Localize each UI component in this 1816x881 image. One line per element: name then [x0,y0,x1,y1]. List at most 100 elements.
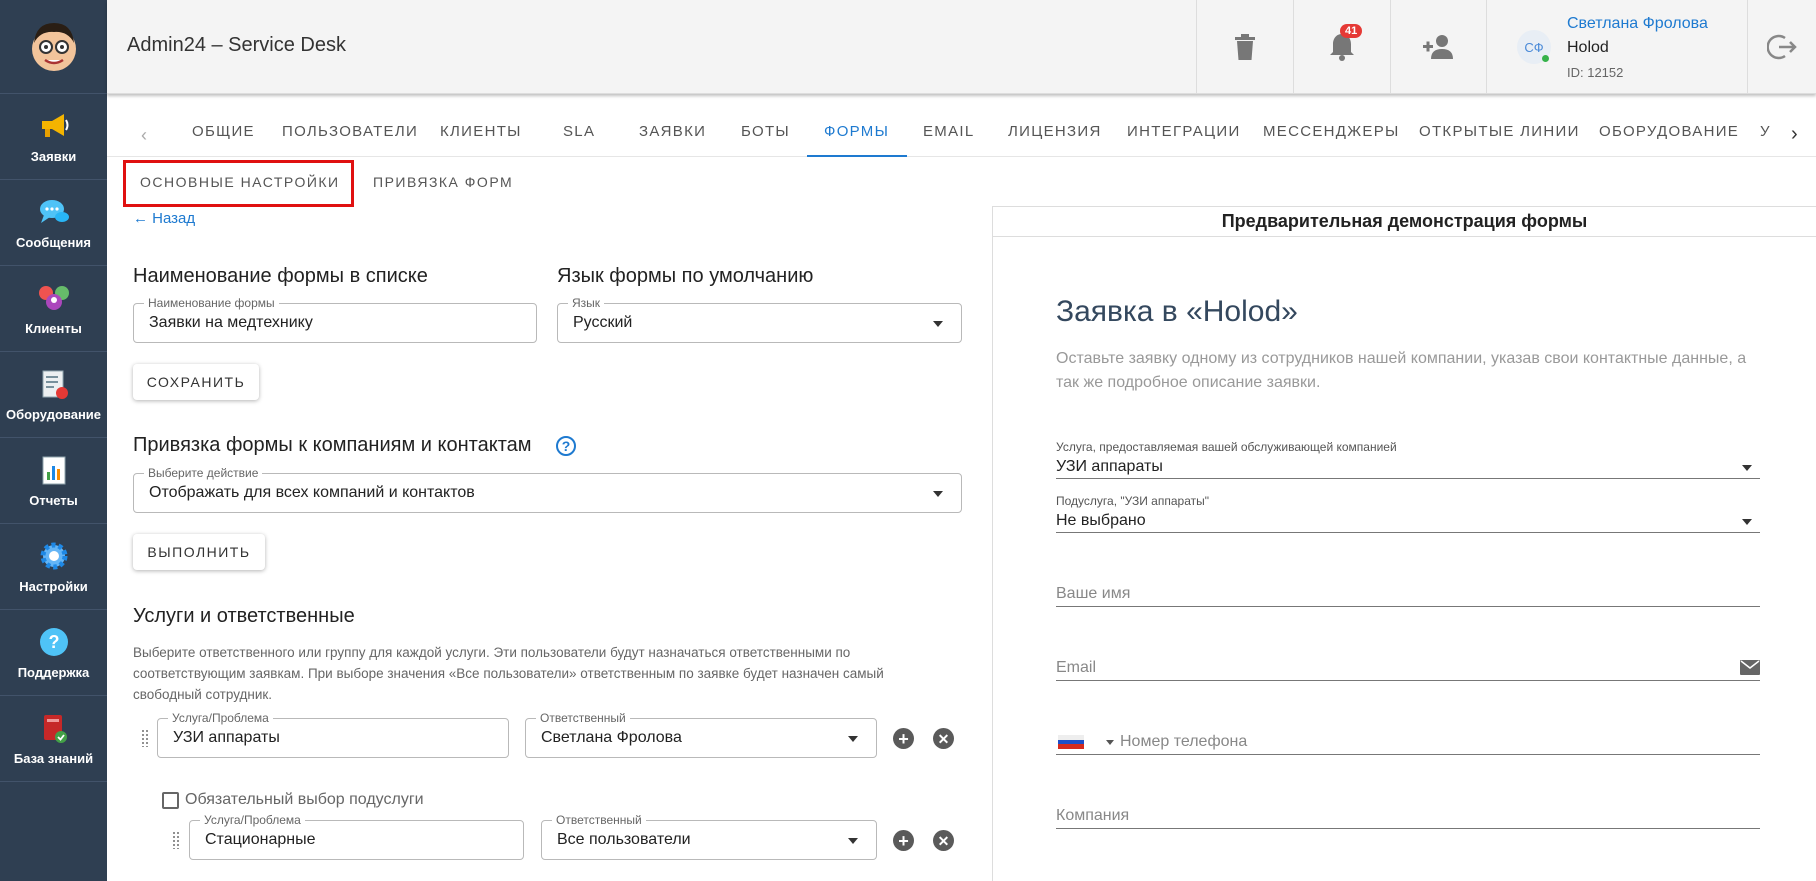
equipment-icon [37,367,71,401]
remove-circle-icon[interactable]: ✕ [933,830,954,851]
subservice-input[interactable]: Услуга/Проблема Стационарные [189,813,524,860]
reports-icon [37,453,71,487]
sidebar-item-label: Поддержка [17,665,90,680]
chevron-right-icon[interactable]: › [1791,123,1798,146]
gear-icon [37,539,71,573]
sidebar-item-label: Оборудование [5,407,102,422]
tab-clients[interactable]: КЛИЕНТЫ [440,123,522,140]
tab-tickets[interactable]: ЗАЯВКИ [639,123,706,140]
sidebar-item-label: Клиенты [25,321,82,336]
sidebar-item-settings[interactable]: Настройки [0,524,107,610]
clients-icon [37,281,71,315]
user-id: ID: 12152 [1567,64,1624,80]
chevron-left-icon[interactable]: ‹ [141,125,147,146]
sidebar-item-clients[interactable]: Клиенты [0,266,107,352]
service-input[interactable]: Услуга/Проблема УЗИ аппараты [157,711,509,758]
language-select[interactable]: Язык Русский [557,296,962,343]
tab-more[interactable]: У [1760,123,1771,140]
add-circle-icon[interactable]: + [893,830,914,851]
sidebar-item-knowledge-base[interactable]: База знаний [0,696,107,782]
sidebar-item-reports[interactable]: Отчеты [0,438,107,524]
tab-sla[interactable]: SLA [563,123,595,140]
dropdown-arrow-icon [933,491,943,497]
drag-handle-icon[interactable] [141,729,149,747]
help-circle-icon[interactable]: ? [556,436,576,456]
preview-title: Заявка в «Holod» [1056,295,1298,328]
execute-button[interactable]: ВЫПОЛНИТЬ [133,534,265,570]
preview-company-input[interactable]: Компания [1056,807,1760,829]
sidebar-item-support[interactable]: ? Поддержка [0,610,107,696]
add-user-button[interactable] [1390,0,1486,94]
top-header: Admin24 – Service Desk 41 СФ Светлана Фр… [107,0,1816,94]
tab-open-lines[interactable]: ОТКРЫТЫЕ ЛИНИИ [1419,123,1580,140]
binding-heading: Привязка формы к компаниям и контактам [133,434,532,456]
dropdown-arrow-icon [848,838,858,844]
dropdown-arrow-icon [1742,465,1752,471]
action-select[interactable]: Выберите действие Отображать для всех ко… [133,466,962,513]
subtab-form-binding[interactable]: ПРИВЯЗКА ФОРМ [373,174,513,190]
form-name-heading: Наименование формы в списке [133,265,428,287]
mail-icon [1740,660,1760,675]
tab-forms[interactable]: ФОРМЫ [824,123,889,140]
sidebar-item-label: Сообщения [16,235,91,250]
preview-intro: Оставьте заявку одному из сотрудников на… [1056,350,1747,391]
dropdown-arrow-icon [933,321,943,327]
preview-phone-input[interactable]: Номер телефона [1056,733,1760,755]
back-link[interactable]: ← Назад [133,210,195,227]
tab-general[interactable]: ОБЩИЕ [192,123,255,140]
country-caret-icon[interactable] [1106,740,1114,745]
trash-icon [1235,34,1255,60]
tab-integrations[interactable]: ИНТЕГРАЦИИ [1127,123,1241,140]
sidebar-item-label: База знаний [13,751,94,766]
sidebar-item-messages[interactable]: Сообщения [0,180,107,266]
form-language-heading: Язык формы по умолчанию [557,265,814,287]
sidebar-item-label: Отчеты [29,493,78,508]
dropdown-arrow-icon [1742,519,1752,525]
tab-bots[interactable]: БОТЫ [741,123,790,140]
required-subservice-label: Обязательный выбор подуслуги [185,791,424,808]
logout-button[interactable] [1747,0,1816,94]
help-icon: ? [37,625,71,659]
megaphone-icon [37,109,71,143]
services-description: Выберите ответственного или группу для к… [133,645,884,702]
logo[interactable] [0,0,107,94]
user-profile[interactable]: СФ Светлана Фролова Holod ID: 12152 [1486,0,1747,94]
save-button[interactable]: СОХРАНИТЬ [133,364,259,400]
active-tab-indicator [807,155,907,157]
preview-service-select[interactable]: Услуга, предоставляемая вашей обслуживаю… [1056,440,1760,479]
russia-flag-icon [1058,735,1084,749]
svg-text:?: ? [48,632,59,652]
user-name[interactable]: Светлана Фролова [1567,15,1708,33]
settings-tabs: ‹ ОБЩИЕ ПОЛЬЗОВАТЕЛИ КЛИЕНТЫ SLA ЗАЯВКИ … [107,117,1816,157]
subservice-responsible-select[interactable]: Ответственный Все пользователи [541,813,877,860]
avatar-logo-icon [31,22,76,71]
required-subservice-checkbox[interactable] [162,792,179,809]
form-name-input[interactable]: Наименование формы Заявки на медтехнику [133,296,537,343]
app-title: Admin24 – Service Desk [127,34,346,56]
form-preview-panel: Предварительная демонстрация формы Заявк… [992,206,1816,881]
services-heading: Услуги и ответственные [133,605,355,627]
responsible-select[interactable]: Ответственный Светлана Фролова [525,711,877,758]
user-company: Holod [1567,38,1609,56]
preview-email-input[interactable]: Email [1056,659,1760,681]
sidebar-item-equipment[interactable]: Оборудование [0,352,107,438]
remove-circle-icon[interactable]: ✕ [933,728,954,749]
tab-email[interactable]: EMAIL [923,123,975,140]
logout-icon [1767,34,1797,60]
add-user-icon [1422,35,1453,59]
chat-icon [37,195,71,229]
tab-equipment[interactable]: ОБОРУДОВАНИЕ [1599,123,1739,140]
trash-button[interactable] [1196,0,1293,94]
notifications-button[interactable]: 41 [1293,0,1390,94]
book-icon [37,711,71,745]
add-circle-icon[interactable]: + [893,728,914,749]
preview-subservice-select[interactable]: Подуслуга, "УЗИ аппараты" Не выбрано [1056,494,1760,533]
dropdown-arrow-icon [848,736,858,742]
tab-users[interactable]: ПОЛЬЗОВАТЕЛИ [282,123,418,140]
sidebar-item-tickets[interactable]: Заявки [0,94,107,180]
preview-name-input[interactable]: Ваше имя [1056,585,1760,607]
sidebar-item-label: Настройки [19,579,88,594]
drag-handle-icon[interactable] [172,831,180,849]
tab-messengers[interactable]: МЕССЕНДЖЕРЫ [1263,123,1400,140]
tab-license[interactable]: ЛИЦЕНЗИЯ [1008,123,1102,140]
